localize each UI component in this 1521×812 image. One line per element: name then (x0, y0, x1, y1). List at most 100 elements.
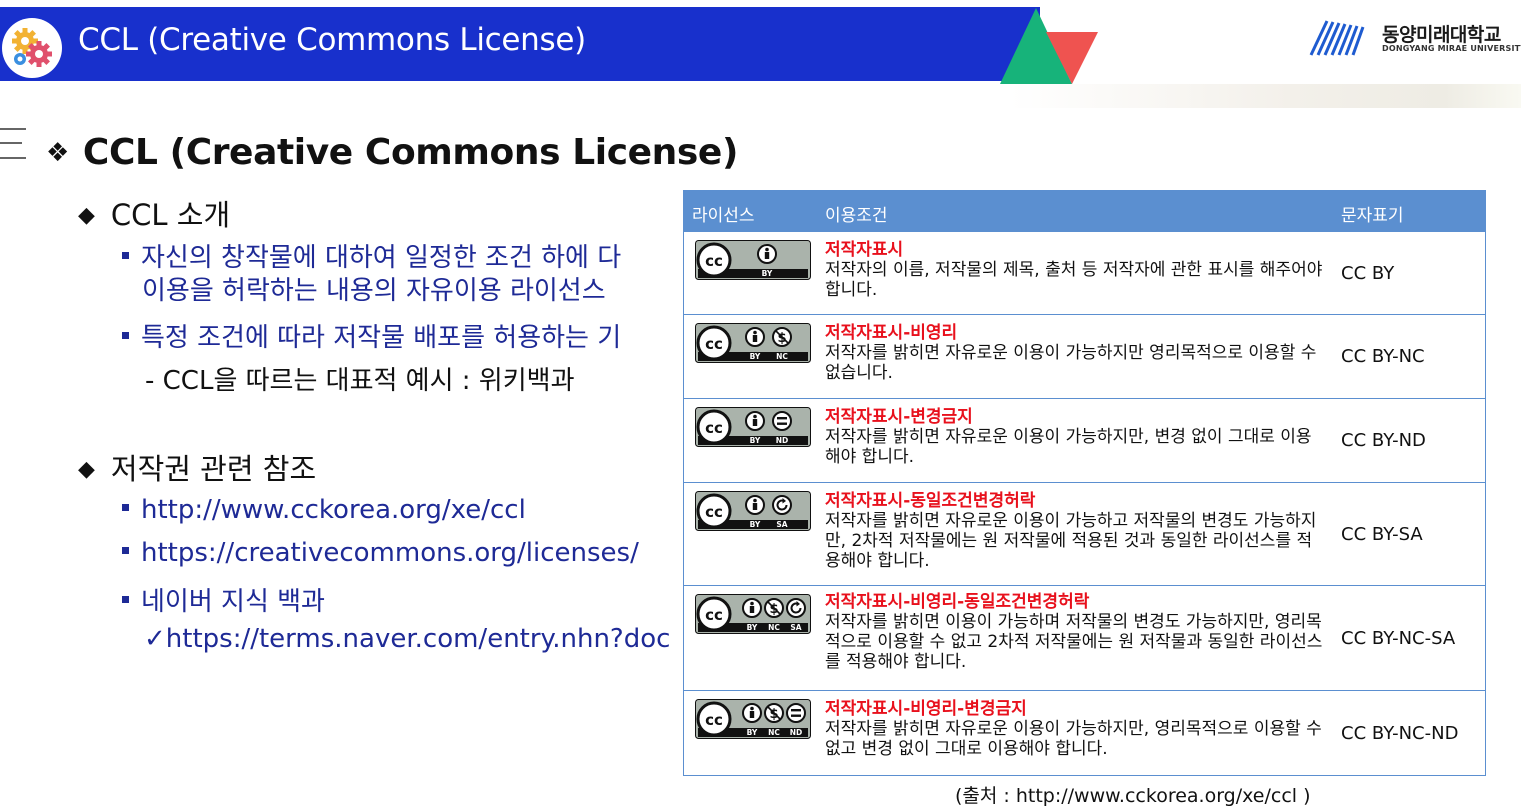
license-condition: 저작자표시-비영리-변경금지 저작자를 밝히면 자유로운 이용이 가능하지만, 영… (825, 699, 1325, 759)
decorative-triangles-icon (1000, 8, 1098, 84)
badge-term-label: BY (750, 352, 761, 361)
reference-heading: ◆ 저작권 관련 참조 (78, 446, 316, 488)
reference-heading-text: 저작권 관련 참조 (110, 452, 317, 486)
intro-item: 특정 조건에 따라 저작물 배포를 허용하는 기 (122, 317, 621, 354)
license-badge: cc BY $ NC SA (695, 594, 811, 634)
intro-example: - CCL을 따르는 대표적 예시 : 위키백과 (145, 366, 575, 396)
license-description: 저작자의 이름, 저작물의 제목, 출처 등 저작자에 관한 표시를 해주어야 … (825, 260, 1323, 300)
license-condition: 저작자표시-변경금지 저작자를 밝히면 자유로운 이용이 가능하지만, 변경 없이… (825, 407, 1325, 467)
diamond-bullet-icon: ❖ (46, 138, 69, 168)
svg-text:cc: cc (705, 419, 723, 437)
badge-term-label: ND (790, 728, 803, 737)
license-name: 저작자표시-변경금지 (825, 407, 973, 427)
svg-text:cc: cc (705, 606, 723, 624)
menu-lines-icon (0, 128, 26, 159)
source-citation: (출처 : http://www.cckorea.org/xe/ccl ) (955, 785, 1311, 807)
badge-term-label: SA (776, 520, 787, 529)
gears-icon (12, 28, 52, 67)
cc-license-badge-icon: ccBY$NC SA (695, 594, 811, 634)
intro-item-text: 특정 조건에 따라 저작물 배포를 허용하는 기 (141, 323, 622, 353)
license-name: 저작자표시-비영리-동일조건변경허락 (825, 592, 1090, 612)
logo-badge (2, 18, 62, 78)
header-title: CCL (Creative Commons License) (78, 22, 586, 58)
license-badge: cc BY SA (695, 491, 811, 531)
slide-header: CCL (Creative Commons License) 동양미래대학교 D… (0, 0, 1521, 84)
license-code: CC BY-NC-SA (1341, 627, 1456, 649)
intro-item: 자신의 창작물에 대하여 일정한 조건 하에 다 (122, 237, 621, 274)
badge-term-label: BY (750, 436, 761, 445)
square-bullet-icon (122, 504, 129, 511)
license-code: CC BY-NC-ND (1341, 722, 1459, 744)
section-title-text: CCL (Creative Commons License) (82, 132, 738, 173)
header-notation: 문자표기 (1341, 206, 1404, 226)
badge-term-label: NC (768, 623, 780, 632)
header-shadow (1010, 84, 1521, 108)
license-name: 저작자표시-비영리-변경금지 (825, 699, 1027, 719)
license-badge: cc BY ND (695, 407, 811, 447)
table-row: cc BY $ NC ND 저작자표시-비영리-변경금지 저작자를 밝히면 자유로운 이용이… (684, 690, 1485, 775)
svg-text:cc: cc (705, 252, 723, 270)
square-bullet-icon (122, 332, 129, 339)
intro-heading-text: CCL 소개 (110, 198, 231, 232)
diamond-marker-icon: ◆ (78, 457, 95, 482)
cc-license-badge-icon: cc BY ND (695, 407, 811, 447)
license-name: 저작자표시-동일조건변경허락 (825, 491, 1036, 511)
table-row: cc BY ND 저작자표시-변경금지 저작자를 밝히면 자유로운 이용이 가능하지만,… (684, 398, 1485, 483)
table-row: cc BY 저작자표시 저작자의 이름, 저작물의 제목, 출처 등 저작자에 관한 … (684, 231, 1485, 315)
license-description: 저작자를 밝히면 자유로운 이용이 가능하지만, 영리목적으로 이용할 수 없고… (825, 719, 1322, 759)
intro-heading: ◆ CCL 소개 (78, 192, 230, 234)
badge-term-label: BY (747, 728, 758, 737)
license-name: 저작자표시-비영리 (825, 323, 958, 343)
intro-item-continuation: 이용을 허락하는 내용의 자유이용 라이선스 (142, 276, 606, 306)
license-description: 저작자를 밝히면 이용이 가능하며 저작물의 변경도 가능하지만, 영리목적으로… (825, 612, 1323, 672)
cc-license-badge-icon: cc BY (695, 240, 811, 280)
university-name-korean: 동양미래대학교 (1382, 24, 1501, 46)
license-name: 저작자표시 (825, 240, 904, 260)
license-code: CC BY-ND (1341, 430, 1426, 451)
reference-naver-text: 네이버 지식 백과 (141, 587, 325, 617)
table-row: cc BY $ NC SA 저작자표시-비영리-동일조건변경허락 저작자를 밝히면 이용이 … (684, 585, 1485, 691)
license-badge: cc BY $ NC (695, 323, 811, 363)
license-description: 저작자를 밝히면 자유로운 이용이 가능하고 저작물의 변경도 가능하지만, 2… (825, 511, 1317, 571)
square-bullet-icon (122, 252, 129, 259)
license-badge: cc BY (695, 240, 811, 280)
badge-term-label: ND (776, 436, 789, 445)
diamond-marker-icon: ◆ (78, 203, 95, 228)
table-header: 라이선스 이용조건 문자표기 (684, 191, 1485, 231)
reference-link-cckorea[interactable]: http://www.cckorea.org/xe/ccl (122, 495, 526, 525)
license-condition: 저작자표시 저작자의 이름, 저작물의 제목, 출처 등 저작자에 관한 표시를 … (825, 240, 1325, 300)
badge-term-label: BY (762, 269, 773, 278)
section-title: ❖ CCL (Creative Commons License) (46, 132, 738, 173)
license-condition: 저작자표시-비영리-동일조건변경허락 저작자를 밝히면 이용이 가능하며 저작물의… (825, 592, 1325, 672)
reference-naver: 네이버 지식 백과 (122, 581, 325, 618)
badge-term-label: SA (790, 623, 801, 632)
license-code: CC BY (1341, 262, 1395, 284)
license-badge: cc BY $ NC ND (695, 699, 811, 739)
cc-license-badge-icon: cc BY SA (695, 491, 811, 531)
reference-link-naver[interactable]: ✓https://terms.naver.com/entry.nhn?doc (144, 624, 670, 654)
reference-link-text[interactable]: https://creativecommons.org/licenses/ (141, 538, 639, 568)
badge-term-label: NC (768, 728, 780, 737)
license-condition: 저작자표시-동일조건변경허락 저작자를 밝히면 자유로운 이용이 가능하고 저작물… (825, 491, 1325, 571)
header-conditions: 이용조건 (825, 206, 888, 226)
license-description: 저작자를 밝히면 자유로운 이용이 가능하지만, 변경 없이 그대로 이용해야 … (825, 427, 1312, 467)
reference-link-creativecommons[interactable]: https://creativecommons.org/licenses/ (122, 538, 639, 568)
intro-item-text: 자신의 창작물에 대하여 일정한 조건 하에 다 (141, 243, 622, 273)
license-table: 라이선스 이용조건 문자표기 cc BY 저작자표시 저작자의 이름, 저작물의 제목… (683, 190, 1486, 776)
square-bullet-icon (122, 596, 129, 603)
university-logo-icon (1309, 20, 1365, 56)
university-name-english: DONGYANG MIRAE UNIVERSITY (1382, 44, 1521, 53)
badge-term-label: NC (776, 352, 788, 361)
license-description: 저작자를 밝히면 자유로운 이용이 가능하지만 영리목적으로 이용할 수 없습니… (825, 343, 1317, 383)
square-bullet-icon (122, 547, 129, 554)
reference-link-text[interactable]: http://www.cckorea.org/xe/ccl (141, 495, 526, 525)
table-row: cc BY SA 저작자표시-동일조건변경허락 저작자를 밝히면 자유로운 이용이 가능… (684, 482, 1485, 586)
table-row: cc BY $ NC 저작자표시-비영리 저작자를 밝히면 자유로운 이용이 가능하지만 … (684, 314, 1485, 399)
svg-text:cc: cc (705, 503, 723, 521)
svg-text:cc: cc (705, 335, 723, 353)
header-license: 라이선스 (692, 206, 755, 226)
license-code: CC BY-NC (1341, 346, 1425, 367)
badge-term-label: BY (747, 623, 758, 632)
cc-license-badge-icon: ccBY$NC (695, 323, 811, 363)
cc-license-badge-icon: ccBY$NC ND (695, 699, 811, 739)
